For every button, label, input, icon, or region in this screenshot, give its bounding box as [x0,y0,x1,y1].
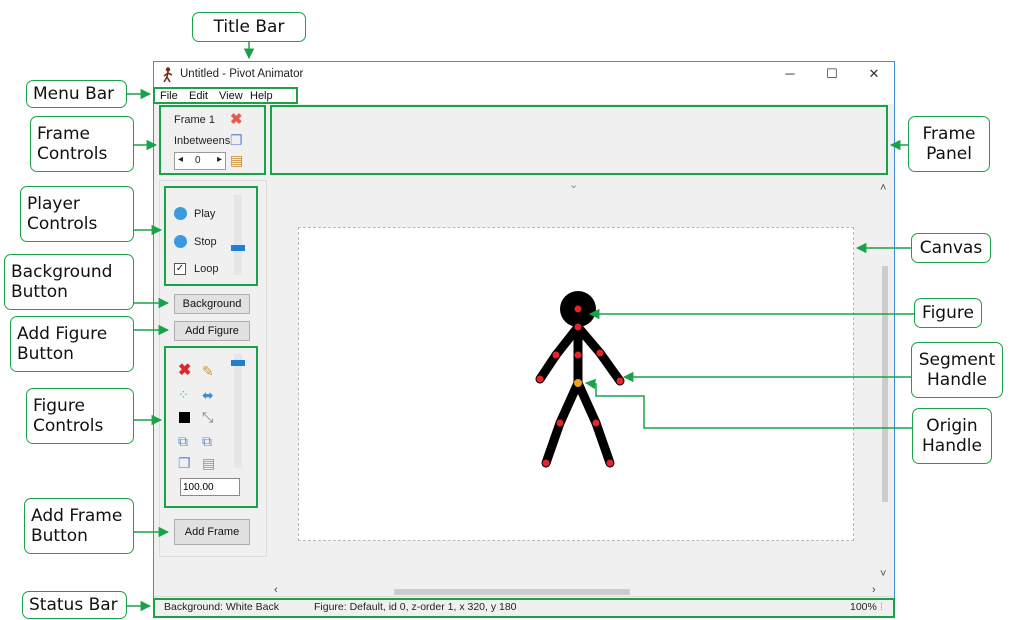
add-figure-button[interactable]: Add Figure [174,321,250,341]
callout-status-bar: Status Bar [22,591,127,619]
minimize-button[interactable]: ─ [770,66,810,84]
callout-figure-controls-line1: Figure [33,396,85,416]
stick-figure[interactable] [298,227,854,541]
callout-origin-handle-line2: Handle [922,436,982,456]
background-button[interactable]: Background [174,294,250,314]
callout-figure: Figure [914,298,982,328]
scroll-right-icon[interactable]: › [872,584,876,596]
callout-origin-handle: Origin Handle [912,408,992,464]
callout-frame-controls: Frame Controls [30,116,134,172]
callout-background-button-line2: Button [11,282,68,302]
callout-frame-controls-line2: Controls [37,144,108,164]
highlight-status-bar [153,598,895,618]
collapse-chevron-icon[interactable]: ⌄ [569,178,578,191]
stickman-app-icon [163,67,173,83]
callout-origin-handle-line1: Origin [926,416,978,436]
canvas[interactable] [298,227,854,541]
highlight-frame-panel [270,105,888,175]
callout-add-figure-button: Add Figure Button [10,316,134,372]
highlight-figure-controls [164,346,258,508]
callout-player-controls: Player Controls [20,186,134,242]
highlight-menu-bar [153,87,298,104]
callout-menu-bar: Menu Bar [26,80,127,108]
window-title: Untitled - Pivot Animator [180,68,304,80]
callout-add-frame-button-line1: Add Frame [31,506,123,526]
callout-segment-handle-line1: Segment [918,350,996,370]
callout-add-frame-button-line2: Button [31,526,88,546]
scroll-left-icon[interactable]: ‹ [274,584,278,596]
callout-figure-controls: Figure Controls [26,388,134,444]
horizontal-scrollbar[interactable] [394,589,630,595]
close-button[interactable]: ✕ [854,66,894,84]
callout-canvas: Canvas [911,233,991,263]
callout-player-controls-line2: Controls [27,214,98,234]
callout-frame-controls-line1: Frame [37,124,90,144]
callout-add-figure-button-line2: Button [17,344,74,364]
maximize-button[interactable]: ☐ [812,66,852,84]
callout-add-figure-button-line1: Add Figure [17,324,108,344]
callout-frame-panel-line1: Frame [922,124,976,144]
vertical-scrollbar[interactable] [882,266,888,502]
callout-player-controls-line1: Player [27,194,80,214]
callout-figure-controls-line2: Controls [33,416,104,436]
callout-frame-panel: Frame Panel [908,116,990,172]
callout-title-bar: Title Bar [192,12,306,42]
scroll-down-icon[interactable]: ˅ [880,568,886,580]
add-frame-button[interactable]: Add Frame [174,519,250,545]
origin-handle [574,379,582,387]
highlight-frame-controls [159,105,266,175]
callout-background-button: Background Button [4,254,134,310]
callout-background-button-line1: Background [11,262,113,282]
highlight-player-controls [164,186,258,286]
callout-segment-handle-line2: Handle [927,370,987,390]
callout-segment-handle: Segment Handle [911,342,1003,398]
scroll-up-icon[interactable]: ˄ [880,182,886,194]
title-bar[interactable]: Untitled - Pivot Animator ─ ☐ ✕ [154,62,894,88]
callout-frame-panel-line2: Panel [926,144,972,164]
callout-add-frame-button: Add Frame Button [24,498,134,554]
